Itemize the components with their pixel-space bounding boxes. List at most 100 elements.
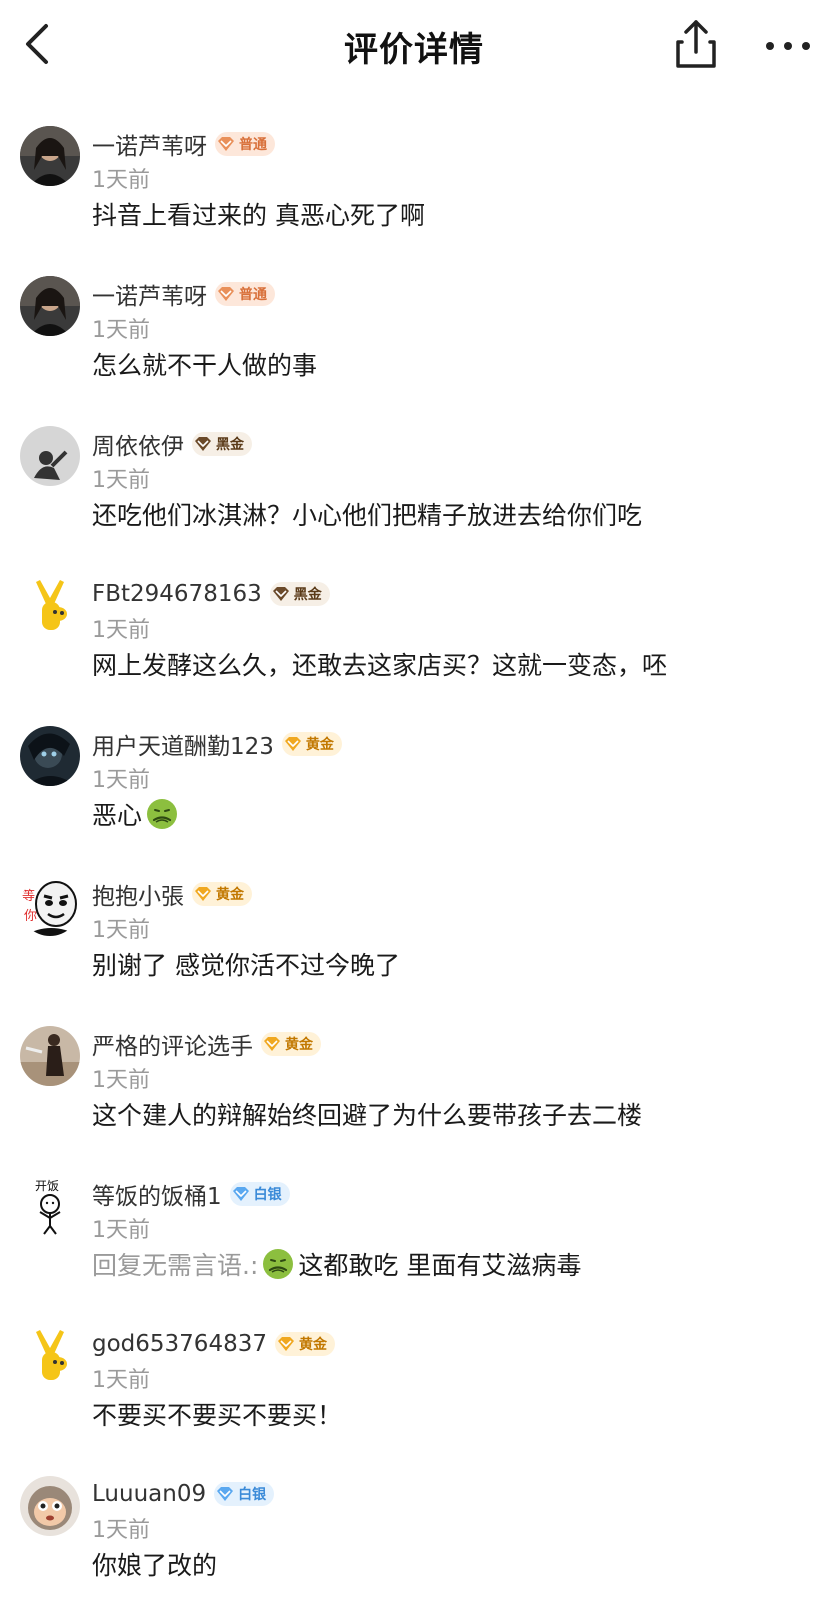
comment-item[interactable]: 开饭 等饭的饭桶1 白银 1天前回复无需言语.: 这都敢吃 里面有艾滋病毒: [0, 1168, 828, 1318]
avatar[interactable]: [20, 426, 80, 486]
comment-time: 1天前: [92, 318, 150, 343]
comment-body: 这个建人的辩解始终回避了为什么要带孩子去二楼: [92, 1101, 643, 1130]
nauseated-face-icon: [147, 799, 178, 829]
badge-label: 黑金: [293, 587, 322, 603]
badge-label: 白银: [238, 1487, 267, 1503]
comment-body: 还吃他们冰淇淋？小心他们把精子放进去给你们吃: [92, 501, 643, 530]
avatar[interactable]: [20, 276, 80, 336]
diamond-icon: [277, 1337, 294, 1351]
comment-text: 不要买不要买不要买！: [92, 1396, 342, 1432]
badge-label: 黄金: [298, 1337, 327, 1353]
username[interactable]: 等饭的饭桶1: [92, 1177, 222, 1211]
comment-item[interactable]: FBt294678163 黑金 1天前 网上发酵这么久，还敢去这家店买？这就一变态，呸: [0, 568, 828, 718]
username[interactable]: 抱抱小張: [92, 877, 184, 911]
comment-text: 怎么就不干人做的事: [92, 346, 317, 382]
membership-badge: 黑金: [192, 432, 252, 456]
membership-badge: 黄金: [261, 1032, 321, 1056]
svg-text:你: 你: [24, 909, 37, 924]
diamond-icon: [195, 437, 211, 451]
diamond-icon: [217, 1487, 234, 1501]
avatar[interactable]: 等你: [20, 876, 80, 936]
username[interactable]: 用户天道酬勤123: [92, 727, 274, 761]
membership-badge: 白银: [229, 1182, 290, 1206]
comment-time: 1天前: [92, 468, 150, 493]
comment-item[interactable]: 等你抱抱小張 黄金 1天前别谢了 感觉你活不过今晚了: [0, 868, 828, 1018]
dot-icon: [784, 42, 792, 50]
diamond-icon: [218, 287, 234, 301]
membership-badge: 黄金: [192, 882, 252, 906]
user-name-row: 周依依伊 黑金: [92, 428, 252, 460]
comment-time: 1天前: [92, 1518, 150, 1543]
comment-text: 这个建人的辩解始终回避了为什么要带孩子去二楼: [92, 1096, 642, 1132]
comment-body: 抖音上看过来的 真恶心死了啊: [92, 201, 425, 230]
diamond-icon: [272, 587, 289, 601]
comment-text: 别谢了 感觉你活不过今晚了: [92, 946, 400, 982]
username[interactable]: god653764837: [92, 1331, 267, 1357]
username[interactable]: 严格的评论选手: [92, 1027, 253, 1061]
username[interactable]: Luuuan09: [92, 1481, 206, 1507]
comment-time: 1天前: [92, 768, 150, 793]
share-button[interactable]: [672, 18, 720, 72]
user-name-row: 严格的评论选手 黄金: [92, 1028, 321, 1060]
comment-body: 不要买不要买不要买！: [92, 1401, 343, 1430]
more-options-button[interactable]: [766, 28, 810, 64]
membership-badge: 黑金: [269, 582, 330, 606]
badge-label: 黄金: [305, 737, 334, 753]
avatar[interactable]: [20, 726, 80, 786]
reply-prefix: 回复无需言语.:: [92, 1251, 259, 1280]
comment-text: 你娘了改的: [92, 1546, 217, 1582]
comment-item[interactable]: 一诺芦苇呀 普通 1天前怎么就不干人做的事: [0, 268, 828, 418]
comment-text: 抖音上看过来的 真恶心死了啊: [92, 196, 425, 232]
comment-text: 回复无需言语.: 这都敢吃 里面有艾滋病毒: [92, 1246, 581, 1282]
user-name-row: 一诺芦苇呀 普通: [92, 128, 275, 160]
comment-time: 1天前: [92, 1368, 150, 1393]
username[interactable]: FBt294678163: [92, 581, 262, 607]
badge-label: 白银: [253, 1187, 282, 1203]
username[interactable]: 一诺芦苇呀: [92, 277, 207, 311]
badge-label: 黄金: [216, 887, 244, 903]
comment-item[interactable]: 周依依伊 黑金 1天前还吃他们冰淇淋？小心他们把精子放进去给你们吃: [0, 418, 828, 568]
comment-body: 恶心: [92, 801, 143, 830]
comment-time: 1天前: [92, 1218, 150, 1243]
user-name-row: 抱抱小張 黄金: [92, 878, 252, 910]
avatar[interactable]: [20, 1026, 80, 1086]
avatar[interactable]: [20, 126, 80, 186]
comment-body: 别谢了 感觉你活不过今晚了: [92, 951, 400, 980]
comment-time: 1天前: [92, 1068, 150, 1093]
diamond-icon: [264, 1037, 280, 1051]
diamond-icon: [284, 737, 301, 751]
membership-badge: 黄金: [274, 1332, 335, 1356]
username[interactable]: 周依依伊: [92, 427, 184, 461]
avatar-caption: 开饭: [35, 1179, 59, 1193]
username[interactable]: 一诺芦苇呀: [92, 127, 207, 161]
badge-label: 黄金: [285, 1037, 313, 1053]
avatar[interactable]: [20, 1326, 80, 1386]
membership-badge: 普通: [215, 132, 275, 156]
user-name-row: FBt294678163 黑金: [92, 578, 330, 610]
comment-item[interactable]: god653764837 黄金 1天前不要买不要买不要买！: [0, 1318, 828, 1468]
badge-label: 普通: [239, 287, 267, 303]
avatar[interactable]: 开饭: [20, 1176, 80, 1236]
user-name-row: Luuuan09 白银: [92, 1478, 275, 1510]
comment-item[interactable]: 用户天道酬勤123 黄金 1天前恶心: [0, 718, 828, 868]
comment-text: 恶心: [92, 796, 182, 832]
avatar[interactable]: [20, 576, 80, 636]
dot-icon: [802, 42, 810, 50]
membership-badge: 黄金: [281, 732, 342, 756]
comment-list: 一诺芦苇呀 普通 1天前 抖音上看过来的 真恶心死了啊 一诺芦苇呀 普通 1天前 怎么就不干人…: [0, 118, 828, 1607]
comment-item[interactable]: 一诺芦苇呀 普通 1天前 抖音上看过来的 真恶心死了啊: [0, 118, 828, 268]
comment-item[interactable]: 严格的评论选手 黄金 1天前这个建人的辩解始终回避了为什么要带孩子去二楼: [0, 1018, 828, 1168]
badge-label: 普通: [239, 137, 267, 153]
avatar[interactable]: [20, 1476, 80, 1536]
top-bar: 评价详情: [0, 0, 828, 88]
membership-badge: 白银: [214, 1482, 275, 1506]
dot-icon: [766, 42, 774, 50]
comment-time: 1天前: [92, 918, 150, 943]
share-icon: [676, 20, 716, 68]
nauseated-face-icon: [263, 1249, 294, 1279]
user-name-row: god653764837 黄金: [92, 1328, 335, 1360]
comment-item[interactable]: Luuuan09 白银 1天前你娘了改的: [0, 1468, 828, 1607]
user-name-row: 一诺芦苇呀 普通: [92, 278, 275, 310]
diamond-icon: [195, 887, 211, 901]
comment-body: 这都敢吃 里面有艾滋病毒: [298, 1251, 582, 1280]
